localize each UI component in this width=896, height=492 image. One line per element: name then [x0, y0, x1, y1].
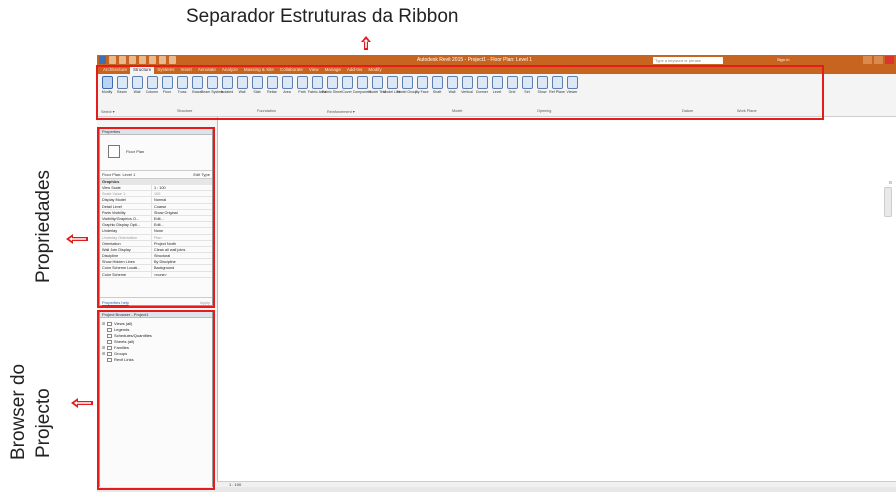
- quick-access-toolbar[interactable]: [99, 56, 176, 64]
- arrow-left-icon: [71, 398, 93, 408]
- properties-annotation-label: Propriedades: [33, 169, 54, 283]
- browser-highlight-box: [97, 310, 215, 490]
- open-icon[interactable]: [109, 56, 116, 64]
- browser-annotation-line1: Browser do: [8, 363, 29, 460]
- properties-highlight-box: [97, 127, 215, 308]
- arrow-up-icon: [361, 36, 371, 50]
- viewcube-icon[interactable]: ⊟: [889, 180, 892, 185]
- maximize-icon[interactable]: [874, 56, 883, 64]
- text-icon[interactable]: [159, 56, 166, 64]
- status-bar: [97, 487, 896, 492]
- sign-in-button[interactable]: Sign In: [777, 57, 789, 62]
- window-controls: [863, 56, 894, 64]
- browser-annotation-line2: Projecto: [33, 388, 54, 458]
- drawing-area[interactable]: ⊟: [217, 117, 896, 482]
- redo-icon[interactable]: [139, 56, 146, 64]
- close-icon[interactable]: [885, 56, 894, 64]
- screenshot-stage: Separador Estruturas da Ribbon Proprieda…: [0, 0, 896, 492]
- measure-icon[interactable]: [149, 56, 156, 64]
- app-title: Autodesk Revit 2015 - Project1 - Floor P…: [417, 57, 533, 63]
- arrow-left-icon: [66, 234, 88, 244]
- minimize-icon[interactable]: [863, 56, 872, 64]
- search-input[interactable]: Type a keyword or phrase: [653, 57, 723, 64]
- 3d-view-icon[interactable]: [169, 56, 176, 64]
- save-icon[interactable]: [119, 56, 126, 64]
- revit-window: Autodesk Revit 2015 - Project1 - Floor P…: [97, 55, 896, 492]
- undo-icon[interactable]: [129, 56, 136, 64]
- navigation-bar[interactable]: [884, 187, 892, 217]
- ribbon-highlight-box: [96, 65, 824, 120]
- app-menu-icon[interactable]: [99, 56, 106, 64]
- ribbon-annotation-label: Separador Estruturas da Ribbon: [186, 6, 459, 27]
